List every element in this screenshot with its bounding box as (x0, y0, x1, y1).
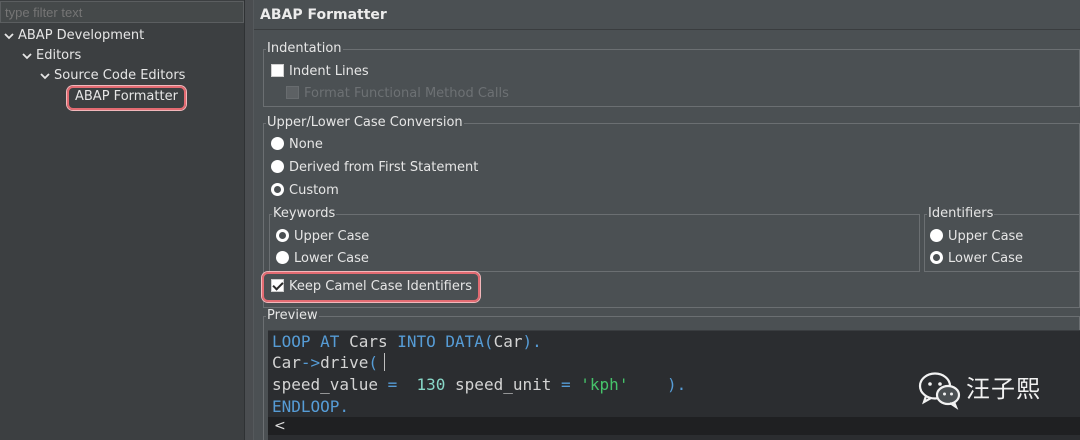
code-line-1: LOOP AT Cars INTO DATA(Car). (272, 332, 542, 351)
radio-button[interactable] (271, 183, 284, 196)
checkbox-box[interactable] (271, 279, 284, 292)
text-caret (383, 353, 385, 371)
checkbox-box[interactable] (271, 64, 284, 77)
code-line-2: Car->drive( (272, 352, 385, 374)
watermark-text: 汪子熙 (966, 375, 1041, 403)
tree-item-label: ABAP Formatter (75, 89, 178, 104)
radio-label: Custom (289, 183, 339, 198)
identifiers-upper-radio[interactable]: Upper Case (930, 227, 1023, 247)
radio-label: Lower Case (948, 251, 1023, 266)
radio-button[interactable] (271, 160, 284, 173)
radio-label: Lower Case (294, 251, 369, 266)
tree-item-source-code-editors[interactable]: Source Code Editors (40, 66, 185, 86)
tree-item-label: Editors (36, 48, 82, 63)
checkbox-label: Indent Lines (289, 64, 369, 79)
group-legend: Keywords (272, 206, 337, 222)
identifiers-lower-radio[interactable]: Lower Case (930, 249, 1023, 269)
case-none-radio[interactable]: None (271, 135, 323, 155)
chevron-down-icon[interactable] (40, 71, 50, 81)
chevron-down-icon[interactable] (4, 31, 14, 41)
group-legend: Indentation (266, 41, 343, 57)
tree-item-label: Source Code Editors (54, 68, 186, 83)
panel-splitter[interactable] (244, 0, 254, 440)
radio-label: None (289, 137, 323, 152)
radio-button[interactable] (276, 229, 289, 242)
radio-button[interactable] (271, 137, 284, 150)
page-title: ABAP Formatter (254, 0, 1080, 30)
watermark: 汪子熙 (918, 368, 1068, 412)
group-legend: Preview (266, 308, 319, 324)
tree-item-editors[interactable]: Editors (22, 46, 81, 66)
case-derived-radio[interactable]: Derived from First Statement (271, 158, 478, 178)
checkbox-box (286, 86, 299, 99)
radio-button[interactable] (930, 229, 943, 242)
radio-label: Upper Case (294, 229, 370, 244)
wechat-icon (918, 372, 961, 410)
checkbox-label: Format Functional Method Calls (304, 86, 509, 101)
group-legend: Identifiers (927, 206, 995, 222)
case-custom-radio[interactable]: Custom (271, 181, 339, 201)
code-line-4: ENDLOOP. (272, 397, 350, 416)
group-legend: Upper/Lower Case Conversion (266, 115, 464, 131)
checkbox-label: Keep Camel Case Identifiers (289, 279, 472, 294)
tree-item-label: ABAP Development (18, 28, 145, 43)
radio-button[interactable] (930, 251, 943, 264)
format-functional-method-calls-checkbox: Format Functional Method Calls (286, 84, 509, 104)
tree-item-abap-development[interactable]: ABAP Development (4, 26, 144, 46)
keywords-upper-radio[interactable]: Upper Case (276, 227, 369, 247)
chevron-down-icon[interactable] (22, 51, 32, 61)
filter-input[interactable] (0, 1, 244, 23)
radio-button[interactable] (276, 251, 289, 264)
indent-lines-checkbox[interactable]: Indent Lines (271, 62, 369, 82)
tree-item-abap-formatter[interactable]: ABAP Formatter (67, 86, 186, 110)
keywords-lower-radio[interactable]: Lower Case (276, 249, 369, 269)
scroll-left-icon[interactable]: < (274, 417, 286, 435)
horizontal-scrollbar[interactable]: < (268, 417, 1080, 435)
radio-label: Derived from First Statement (289, 160, 479, 175)
preferences-tree-panel: ABAP Development Editors Source Code Edi… (0, 0, 244, 440)
keep-camel-case-checkbox[interactable]: Keep Camel Case Identifiers (271, 277, 472, 297)
code-line-3: speed_value = 130 speed_unit = 'kph' ). (272, 375, 687, 394)
radio-label: Upper Case (948, 229, 1024, 244)
